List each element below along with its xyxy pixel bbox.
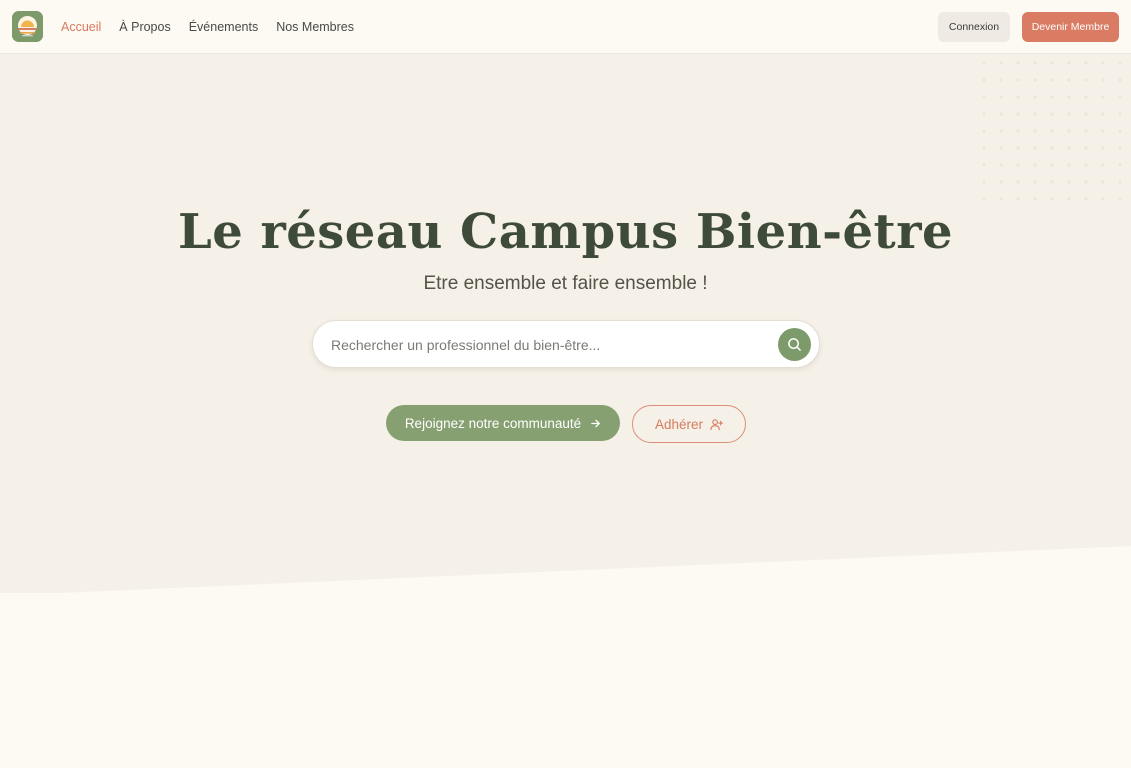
hero-subtitle: Etre ensemble et faire ensemble !	[423, 273, 708, 294]
user-plus-icon	[710, 418, 724, 431]
adherer-button[interactable]: Adhérer	[632, 405, 746, 443]
nav-link-a-propos[interactable]: À Propos	[119, 19, 170, 35]
become-member-button[interactable]: Devenir Membre	[1022, 12, 1119, 42]
nav-link-nos-membres[interactable]: Nos Membres	[276, 19, 354, 35]
adherer-label: Adhérer	[654, 416, 704, 432]
join-community-label: Rejoignez notre communauté	[404, 415, 582, 431]
main-nav: Accueil À Propos Événements Nos Membres	[61, 19, 354, 35]
dot-pattern-decoration	[975, 54, 1131, 204]
search-button[interactable]	[778, 328, 811, 361]
nav-link-evenements[interactable]: Événements	[189, 19, 258, 35]
search-icon	[787, 337, 802, 352]
top-navbar: Accueil À Propos Événements Nos Membres …	[0, 0, 1131, 54]
search-bar	[312, 320, 820, 368]
join-community-button[interactable]: Rejoignez notre communauté	[386, 405, 620, 441]
nav-link-accueil[interactable]: Accueil	[61, 19, 101, 35]
sunrise-logo-icon[interactable]	[12, 11, 43, 42]
login-button[interactable]: Connexion	[938, 12, 1010, 42]
search-input[interactable]	[331, 333, 761, 357]
arrow-right-icon	[590, 418, 601, 429]
hero-title: Le réseau Campus Bien-être	[177, 204, 954, 260]
